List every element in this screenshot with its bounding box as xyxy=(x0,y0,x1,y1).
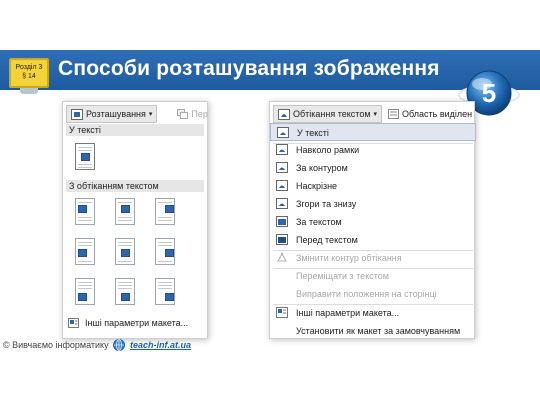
menu-item-label: Виправити положення на сторінці xyxy=(296,289,437,299)
wrap-middle-right-thumbnail[interactable] xyxy=(155,238,175,265)
menu-item-label: Змінити контур обтікання xyxy=(296,253,402,263)
edit-wrap-points-icon xyxy=(277,252,287,262)
menu-item-behind-text[interactable]: За текстом xyxy=(270,213,476,231)
layout-options-icon xyxy=(68,318,79,328)
wrap-toolbar: Обтікання текстом ▾ Область виділен xyxy=(273,104,472,124)
menu-item-label: За контуром xyxy=(296,163,348,173)
wrap-top-center-thumbnail[interactable] xyxy=(115,198,135,225)
menu-item-label: За текстом xyxy=(296,217,342,227)
wrap-square-icon xyxy=(276,144,288,155)
monitor-stand xyxy=(20,88,38,94)
selection-pane-label: Область виділен xyxy=(402,109,473,119)
bring-forward-button[interactable]: Пер xyxy=(177,109,208,119)
globe-icon xyxy=(113,339,125,351)
grade-number: 5 xyxy=(482,78,496,108)
menu-item-set-default-layout[interactable]: Установити як макет за замовчуванням xyxy=(270,322,476,340)
inline-option-thumbnail[interactable] xyxy=(75,143,95,170)
position-icon xyxy=(71,108,83,120)
menu-item-label: Інші параметри макета... xyxy=(296,308,400,318)
wrap-text-icon xyxy=(278,108,290,120)
menu-item-label: Навколо рамки xyxy=(296,145,360,155)
wrap-text-dropdown-button[interactable]: Обтікання текстом ▾ xyxy=(273,105,383,123)
wrap-bottom-left-thumbnail[interactable] xyxy=(75,278,95,305)
monitor-screen: Розділ 3 § 14 xyxy=(9,58,49,88)
menu-item-label: У тексті xyxy=(297,128,329,138)
group-inline-header: У тексті xyxy=(66,124,204,136)
bring-forward-icon xyxy=(177,109,189,119)
menu-item-fix-position: Виправити положення на сторінці xyxy=(270,285,476,303)
wrap-middle-center-thumbnail[interactable] xyxy=(115,238,135,265)
selection-pane-icon xyxy=(388,109,400,119)
menu-item-more-layout-options[interactable]: Інші параметри макета... xyxy=(270,304,476,322)
more-layout-options-link[interactable]: Інші параметри макета... xyxy=(68,318,188,328)
selection-pane-button[interactable]: Область виділен xyxy=(388,109,472,119)
position-gallery-panel: Розташування ▾ Пер У тексті З обтіканням… xyxy=(62,101,208,339)
menu-item-label: Наскрізне xyxy=(296,181,338,191)
menu-item-square[interactable]: Навколо рамки xyxy=(270,141,476,159)
wrap-top-left-thumbnail[interactable] xyxy=(75,198,95,225)
wrap-top-bottom-icon xyxy=(276,198,288,209)
position-dropdown-button[interactable]: Розташування ▾ xyxy=(66,105,158,123)
group-wrap-header: З обтіканням текстом xyxy=(66,180,204,192)
wrap-top-right-thumbnail[interactable] xyxy=(155,198,175,225)
menu-item-label: Установити як макет за замовчуванням xyxy=(296,326,461,336)
menu-item-move-with-text: Переміщати з текстом xyxy=(270,267,476,285)
layout-options-icon xyxy=(276,307,288,318)
chevron-down-icon: ▾ xyxy=(373,111,378,118)
in-front-of-text-icon xyxy=(276,234,288,245)
monitor-badge-icon: Розділ 3 § 14 xyxy=(6,56,52,96)
site-link[interactable]: teach-inf.at.ua xyxy=(130,340,191,350)
menu-item-label: Перед текстом xyxy=(296,235,358,245)
position-dropdown-label: Розташування xyxy=(86,109,146,119)
wrap-text-dropdown-label: Обтікання текстом xyxy=(293,109,371,119)
section-badge-line2: § 14 xyxy=(22,73,36,80)
wrap-middle-left-thumbnail[interactable] xyxy=(75,238,95,265)
more-layout-options-label: Інші параметри макета... xyxy=(85,318,189,328)
menu-item-top-bottom[interactable]: Згори та знизу xyxy=(270,195,476,213)
menu-item-label: Переміщати з текстом xyxy=(296,271,389,281)
slide: Способи розташування зображення Розділ 3… xyxy=(0,0,540,405)
menu-item-in-front-of-text[interactable]: Перед текстом xyxy=(270,231,476,249)
section-badge-line1: Розділ 3 xyxy=(15,64,43,71)
menu-item-label: Згори та знизу xyxy=(296,199,357,209)
wrap-through-icon xyxy=(276,180,288,191)
behind-text-icon xyxy=(276,216,288,227)
position-toolbar: Розташування ▾ Пер xyxy=(66,104,208,124)
slide-footer: © Вивчаємо інформатику teach-inf.at.ua xyxy=(0,339,540,353)
menu-item-inline[interactable]: У тексті xyxy=(270,123,476,141)
copyright-text: © Вивчаємо інформатику xyxy=(3,340,109,350)
menu-item-edit-wrap-points: Змінити контур обтікання xyxy=(270,249,476,267)
menu-item-tight[interactable]: За контуром xyxy=(270,159,476,177)
bring-forward-label: Пер xyxy=(191,109,208,119)
slide-title: Способи розташування зображення xyxy=(58,57,440,80)
menu-item-through[interactable]: Наскрізне xyxy=(270,177,476,195)
wrap-bottom-right-thumbnail[interactable] xyxy=(155,278,175,305)
wrap-bottom-center-thumbnail[interactable] xyxy=(115,278,135,305)
wrap-text-menu-panel: Обтікання текстом ▾ Область виділен У те… xyxy=(269,101,476,340)
wrap-tight-icon xyxy=(276,162,288,173)
chevron-down-icon: ▾ xyxy=(148,111,153,118)
wrap-inline-icon xyxy=(277,127,289,138)
